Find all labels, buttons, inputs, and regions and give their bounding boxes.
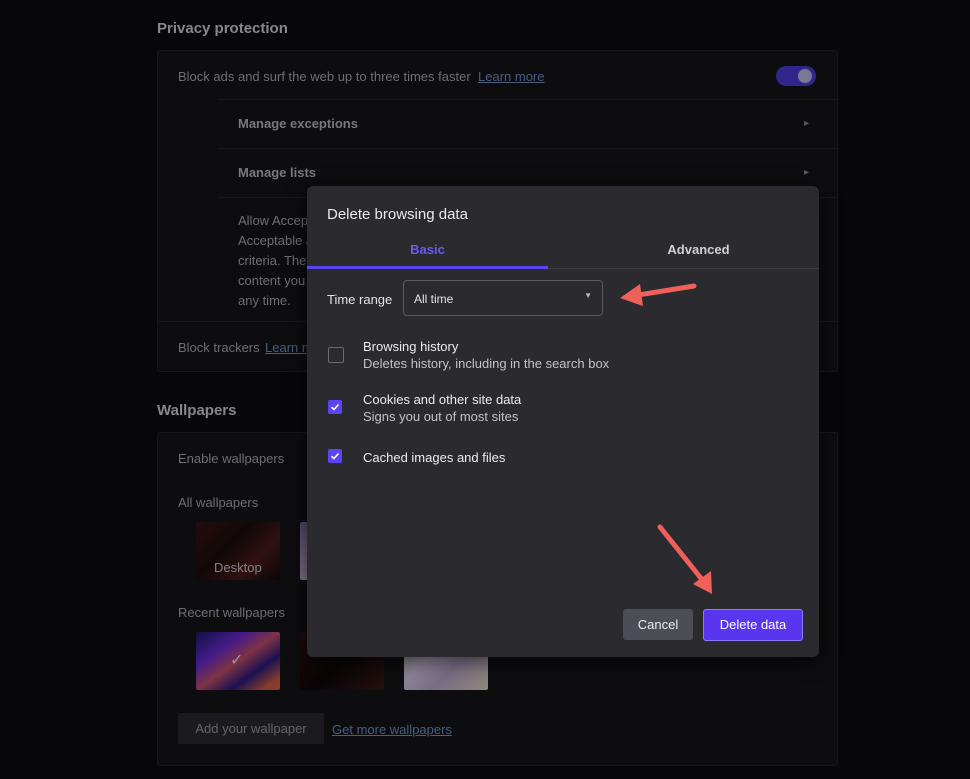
arrow-to-delete-button-icon <box>657 524 712 594</box>
arrow-to-time-range-icon <box>620 283 697 306</box>
annotation-arrows <box>620 283 712 594</box>
